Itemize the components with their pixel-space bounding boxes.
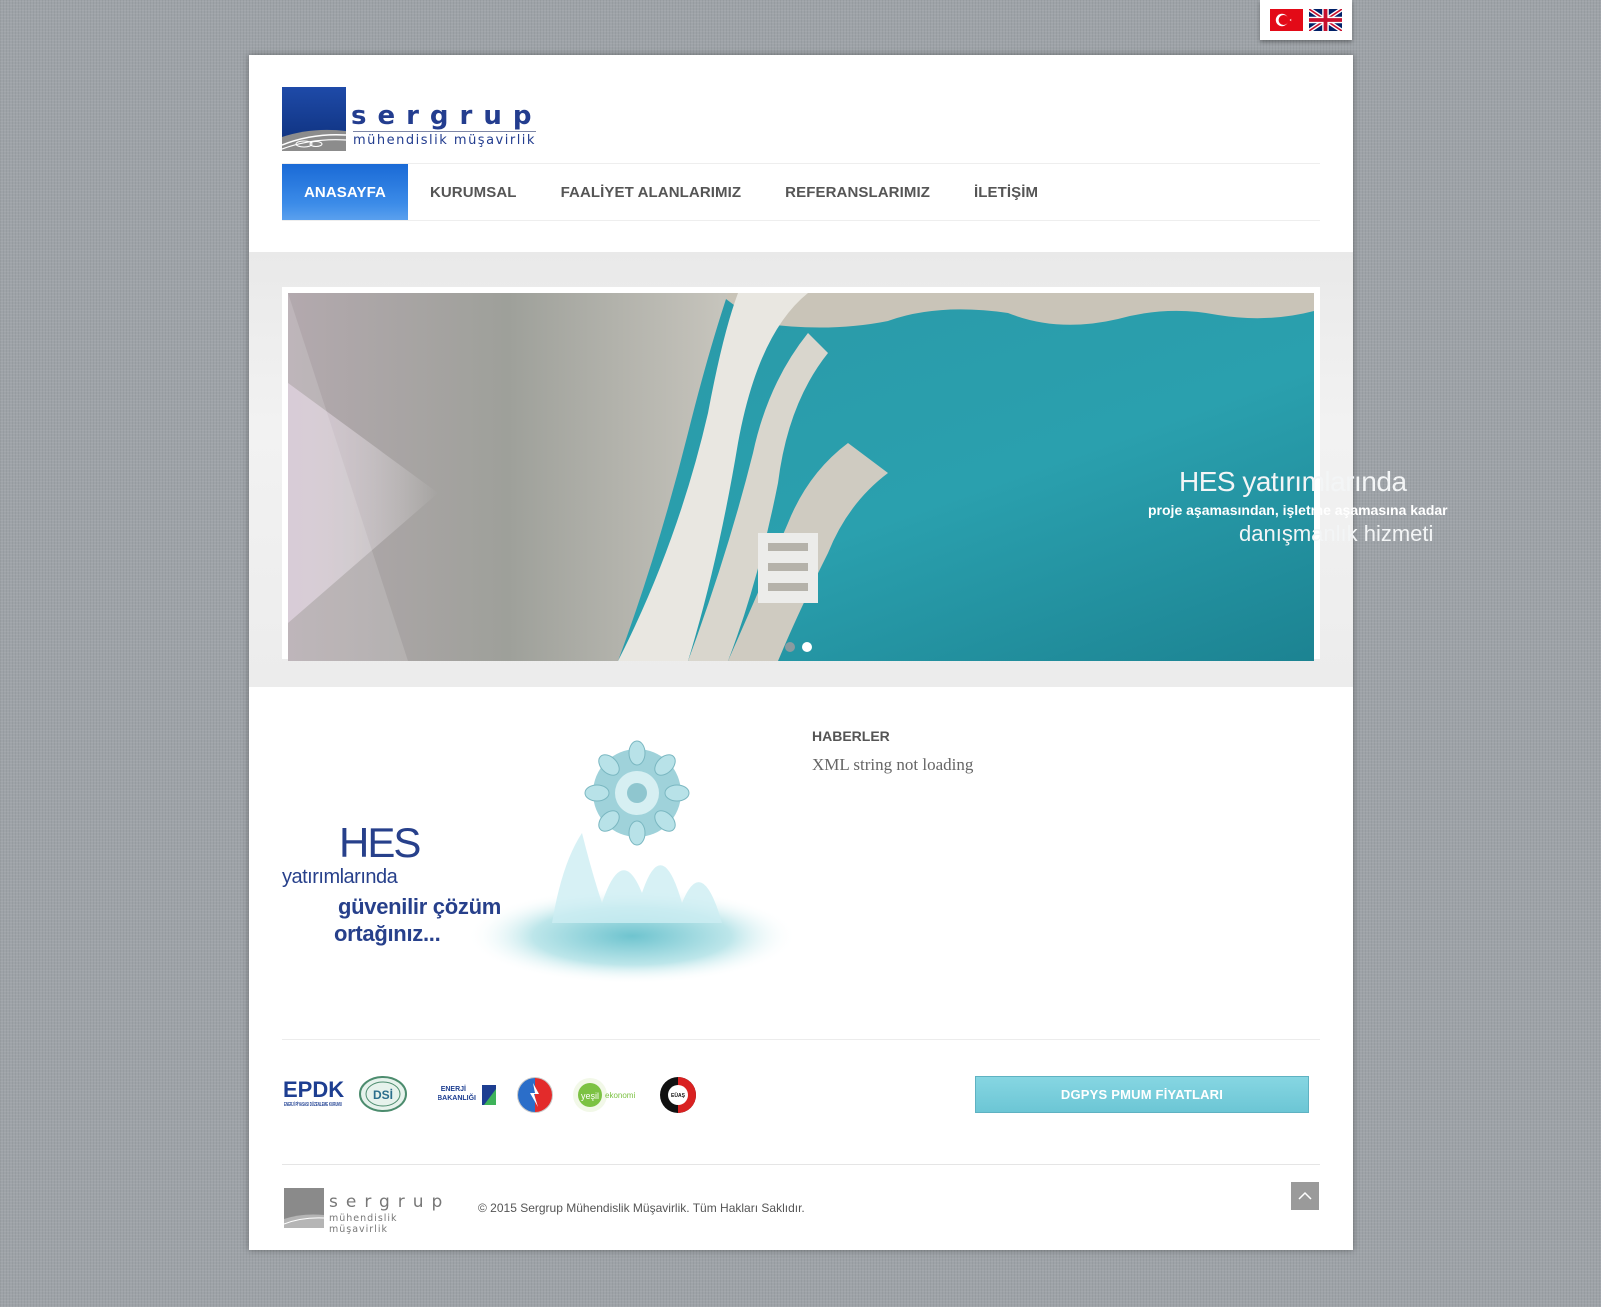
- yesil-ekonomi-logo[interactable]: yeşil ekonomi: [572, 1075, 646, 1115]
- footer-logo-wordmark: sergrup: [329, 1192, 451, 1212]
- footer-divider: [282, 1164, 1320, 1165]
- promo-line-3: güvenilir çözüm: [338, 894, 501, 919]
- svg-text:BAKANLIĞI: BAKANLIĞI: [438, 1093, 476, 1102]
- scroll-to-top-button[interactable]: [1291, 1182, 1319, 1210]
- nav-item-iletisim[interactable]: İLETİŞİM: [952, 164, 1060, 220]
- uk-flag-icon[interactable]: [1309, 9, 1342, 31]
- slider-dot-1[interactable]: [785, 642, 795, 652]
- turkish-flag-icon[interactable]: [1270, 9, 1303, 31]
- nav-item-faaliyet-alanlarimiz[interactable]: FAALİYET ALANLARIMIZ: [539, 164, 764, 220]
- language-switcher: [1260, 0, 1352, 40]
- logo-mark-icon: [282, 87, 346, 151]
- euas-logo[interactable]: EÜAŞ: [658, 1075, 698, 1115]
- nav-item-kurumsal[interactable]: KURUMSAL: [408, 164, 539, 220]
- promo-line-2: yatırımlarında: [282, 866, 398, 888]
- svg-text:EPDK: EPDK: [283, 1077, 344, 1102]
- svg-text:EÜAŞ: EÜAŞ: [671, 1092, 686, 1099]
- slider-dot-2[interactable]: [802, 642, 812, 652]
- news-error-message: XML string not loading: [812, 755, 974, 774]
- logo-wordmark: sergrup: [351, 101, 543, 131]
- copyright-text: © 2015 Sergrup Mühendislik Müşavirlik. T…: [478, 1201, 805, 1215]
- hero-subline: proje aşamasından, işletme aşamasına kad…: [1148, 502, 1448, 518]
- nav-item-referanslarimiz[interactable]: REFERANSLARIMIZ: [763, 164, 952, 220]
- section-divider: [282, 1039, 1320, 1040]
- dsi-logo[interactable]: DSİ: [358, 1075, 408, 1113]
- hero-headline: HES yatırımlarında: [1179, 466, 1407, 497]
- dgpys-pmum-prices-button[interactable]: DGPYS PMUM FİYATLARI: [975, 1076, 1309, 1113]
- nav-item-anasayfa[interactable]: ANASAYFA: [282, 164, 408, 220]
- epdk-logo[interactable]: EPDK ENERJİ PİYASASI DÜZENLEME KURUMU: [282, 1075, 344, 1113]
- footer-logo-subtitle: mühendislik müşavirlik: [329, 1213, 398, 1235]
- logo-subtitle: mühendislik müşavirlik: [353, 131, 536, 148]
- hes-promo-image: HES yatırımlarında güvenilir çözüm ortağ…: [282, 723, 792, 983]
- svg-text:yeşil: yeşil: [581, 1091, 599, 1101]
- promo-line-4: ortağınız...: [334, 921, 441, 946]
- news-heading: HABERLER: [812, 728, 890, 744]
- footer-logo-mark-icon: [284, 1188, 324, 1228]
- main-navigation: ANASAYFA KURUMSAL FAALİYET ALANLARIMIZ R…: [282, 163, 1320, 221]
- sergrup-logo[interactable]: sergrup mühendislik müşavirlik: [282, 87, 544, 155]
- svg-text:ekonomi: ekonomi: [605, 1091, 635, 1100]
- svg-text:DSİ: DSİ: [373, 1087, 393, 1102]
- enerji-bakanligi-logo[interactable]: ENERJİ BAKANLIĞI: [438, 1075, 498, 1113]
- footer-logo[interactable]: sergrup mühendislik müşavirlik: [284, 1188, 454, 1235]
- promo-title: HES: [339, 819, 421, 866]
- hero-dam-image: [288, 293, 1314, 661]
- svg-text:ENERJİ PİYASASI DÜZENLEME KURU: ENERJİ PİYASASI DÜZENLEME KURUMU: [284, 1101, 342, 1108]
- hero-tagline: danışmanlık hizmeti: [1239, 521, 1434, 546]
- svg-text:ENERJİ: ENERJİ: [441, 1085, 466, 1093]
- teias-logo[interactable]: [515, 1075, 555, 1115]
- hero-slider: [282, 287, 1320, 661]
- page-container: sergrup mühendislik müşavirlik ANASAYFA …: [249, 55, 1448, 1250]
- chevron-up-icon: [1298, 1191, 1312, 1200]
